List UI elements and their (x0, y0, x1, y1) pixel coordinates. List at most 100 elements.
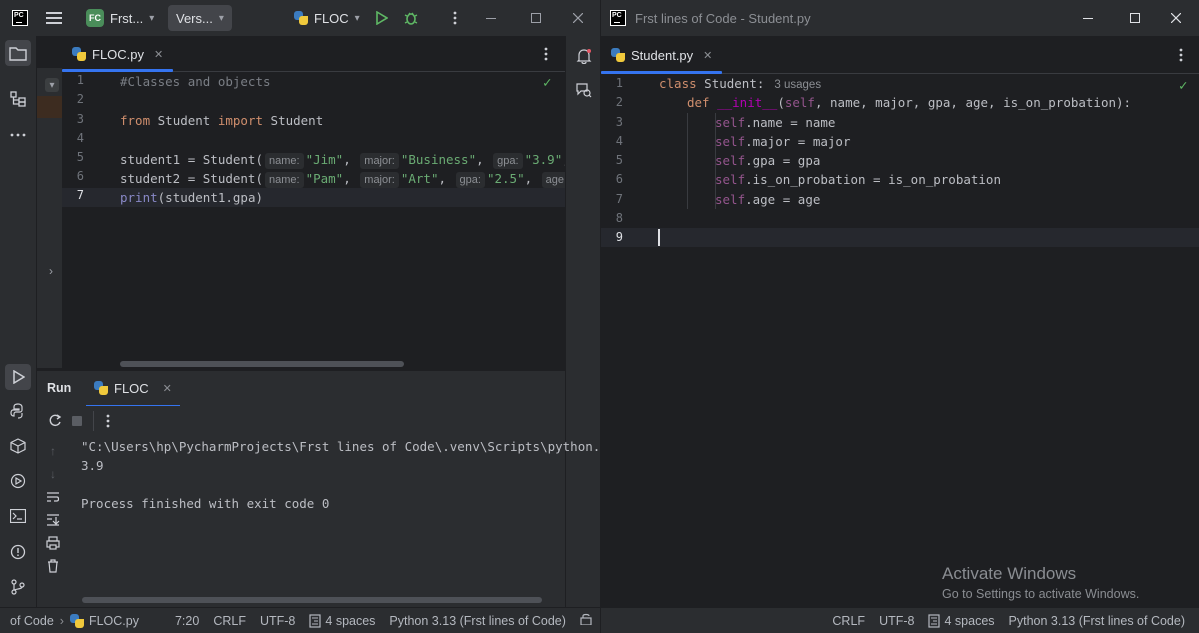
project-name: Frst... (110, 10, 144, 26)
arrow-up-icon[interactable]: ↑ (46, 444, 60, 458)
services-icon[interactable] (5, 468, 31, 494)
line-number: 2 (615, 95, 623, 109)
window-title: Frst lines of Code - Student.py (635, 11, 811, 26)
file-encoding[interactable]: UTF-8 (879, 614, 914, 628)
current-line-highlight (601, 228, 1199, 247)
code-line-7: print(student1.gpa) (120, 190, 263, 205)
left-status-bar: of Code › FLOC.py 7:20 CRLF UTF-8 4 spac… (0, 607, 600, 633)
terminal-icon[interactable] (5, 503, 31, 529)
line-number: 6 (76, 169, 84, 183)
more-actions-icon[interactable] (101, 413, 115, 429)
pycharm-logo: PC (12, 10, 28, 26)
close-icon[interactable] (569, 9, 587, 27)
toolbar-divider (93, 411, 94, 431)
structure-tool-icon[interactable] (5, 86, 31, 112)
code-line-5: student1 = Student(name: "Jim", major: "Bu… (120, 150, 595, 169)
indent-setting[interactable]: 4 spaces (928, 614, 995, 628)
right-code-editor[interactable]: 1 2 3 4 5 6 7 8 9 class Student: 3 usages… (601, 74, 1199, 607)
project-selector[interactable]: FC Frst... ▾ (78, 5, 162, 31)
rerun-icon[interactable] (47, 413, 63, 429)
code-line-1: class Student: 3 usages (659, 76, 822, 91)
maximize-icon[interactable] (1112, 0, 1158, 36)
notifications-icon[interactable] (574, 46, 594, 66)
text-cursor (658, 229, 660, 246)
breadcrumb-file[interactable]: FLOC.py (89, 614, 139, 628)
editor-horizontal-scrollbar[interactable] (120, 361, 404, 367)
close-tab-icon[interactable]: ✕ (154, 48, 163, 61)
python-icon (94, 381, 108, 395)
line-separator[interactable]: CRLF (213, 614, 246, 628)
cursor-position[interactable]: 7:20 (175, 614, 199, 628)
right-editor-tabs: Student.py ✕ (601, 36, 1199, 74)
line-number: 2 (76, 92, 84, 106)
indent-icon (309, 613, 321, 628)
tab-student-py[interactable]: Student.py ✕ (601, 36, 723, 74)
close-run-tab-icon[interactable]: ✕ (163, 382, 172, 395)
git-icon[interactable] (5, 574, 31, 600)
line-number: 5 (615, 153, 623, 167)
python-icon (294, 11, 308, 25)
python-console-icon[interactable] (5, 398, 31, 424)
chevron-down-icon[interactable]: ▾ (45, 78, 59, 92)
chevron-down-icon: ▾ (218, 12, 224, 24)
close-icon[interactable] (1153, 0, 1199, 36)
arrow-down-icon[interactable]: ↓ (46, 467, 60, 481)
console-line: "C:\Users\hp\PycharmProjects\Frst lines … (81, 439, 601, 454)
line-number: 7 (76, 188, 84, 202)
line-number: 1 (76, 73, 84, 87)
python-interpreter[interactable]: Python 3.13 (Frst lines of Code) (389, 614, 565, 628)
python-interpreter[interactable]: Python 3.13 (Frst lines of Code) (1009, 614, 1185, 628)
left-editor-tabs: FLOC.py ✕ (62, 36, 565, 72)
more-tools-icon[interactable] (5, 122, 31, 148)
debug-icon[interactable] (402, 9, 420, 27)
minimize-icon[interactable] (1065, 0, 1111, 36)
run-icon[interactable] (372, 9, 390, 27)
maximize-icon[interactable] (527, 9, 545, 27)
vcs-selector[interactable]: Vers... ▾ (168, 5, 232, 31)
more-tabs-icon[interactable] (1173, 47, 1189, 63)
run-console-output[interactable]: "C:\Users\hp\PycharmProjects\Frst lines … (69, 436, 600, 607)
close-tab-icon[interactable]: ✕ (703, 49, 712, 62)
python-file-icon (72, 47, 86, 61)
code-line-6: student2 = Student(name: "Pam", major: "Ar… (120, 169, 588, 188)
line-number: 3 (76, 112, 84, 126)
left-code-editor[interactable]: 1 2 3 4 5 6 7 #Classes and objects from … (62, 72, 594, 368)
console-line: Process finished with exit code 0 (81, 496, 330, 511)
line-separator[interactable]: CRLF (832, 614, 865, 628)
print-icon[interactable] (46, 536, 60, 550)
python-packages-icon[interactable] (5, 433, 31, 459)
param-hint: gpa: (493, 153, 523, 169)
run-config-selector[interactable]: FLOC ▾ (286, 5, 368, 31)
tab-label: FLOC.py (92, 46, 145, 62)
run-tool-icon[interactable] (5, 364, 31, 390)
run-tab-floc[interactable]: FLOC ✕ (86, 371, 180, 407)
run-tab-label: FLOC (114, 380, 149, 396)
vcs-label: Vers... (176, 10, 213, 26)
run-panel-header: Run FLOC ✕ (37, 370, 565, 407)
line-number: 4 (76, 131, 84, 145)
console-horizontal-scrollbar[interactable] (82, 597, 542, 603)
more-tabs-icon[interactable] (538, 46, 554, 62)
project-tool-icon[interactable] (5, 40, 31, 66)
main-menu-icon[interactable] (44, 8, 64, 28)
chevron-right-icon: › (59, 613, 64, 628)
stop-icon[interactable] (72, 416, 82, 426)
usages-hint[interactable]: 3 usages (774, 79, 821, 91)
breadcrumb-project[interactable]: of Code (10, 614, 54, 628)
chevron-right-icon[interactable]: › (49, 264, 53, 278)
more-actions-icon[interactable] (446, 9, 464, 27)
file-encoding[interactable]: UTF-8 (260, 614, 295, 628)
lock-icon[interactable] (580, 613, 592, 628)
soft-wrap-icon[interactable] (46, 490, 60, 504)
minimize-icon[interactable] (482, 9, 500, 27)
pycharm-logo: PC (610, 10, 626, 26)
problems-icon[interactable] (5, 539, 31, 565)
run-toolbar (37, 406, 565, 436)
ai-assistant-icon[interactable] (574, 80, 594, 100)
tab-floc-py[interactable]: FLOC.py ✕ (62, 36, 174, 72)
left-title-bar: PC FC Frst... ▾ Vers... ▾ FLOC ▾ (0, 0, 600, 36)
trash-icon[interactable] (46, 559, 60, 573)
scroll-to-end-icon[interactable] (46, 513, 60, 527)
indent-guide (687, 113, 688, 209)
indent-setting[interactable]: 4 spaces (309, 614, 375, 628)
